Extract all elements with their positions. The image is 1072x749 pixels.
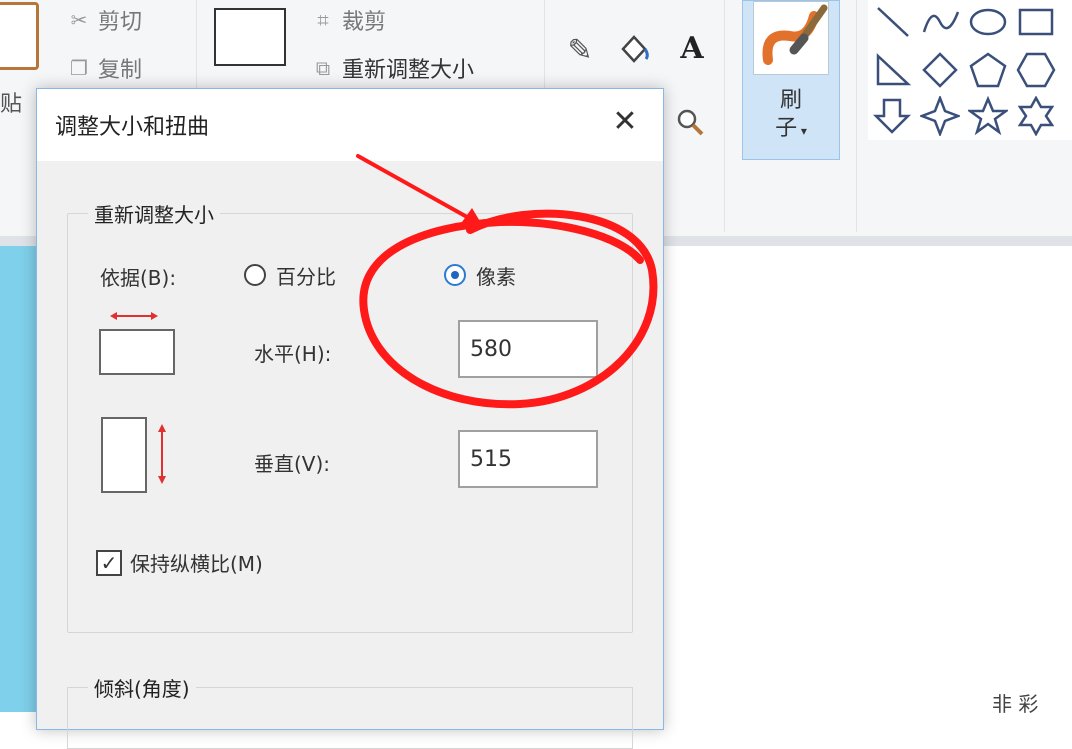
copy-button[interactable]: ❐ 复制 xyxy=(66,52,142,84)
paste-label: 贴 xyxy=(0,92,23,117)
dialog-title: 调整大小和扭曲 xyxy=(55,115,210,140)
copy-label: 复制 xyxy=(98,58,143,83)
resize-group: 重新调整大小 依据(B): 百分比 像素 水平(H): 580 垂直(V): 5… xyxy=(67,199,633,633)
select-icon[interactable] xyxy=(214,8,286,66)
horizontal-label: 水平(H): xyxy=(254,342,332,366)
ribbon-separator xyxy=(724,0,725,232)
paste-icon[interactable] xyxy=(0,2,39,70)
workspace-background xyxy=(0,246,40,712)
crop-label: 裁剪 xyxy=(342,10,387,35)
pencil-icon[interactable]: ✎ xyxy=(560,30,600,70)
curve-shape-icon[interactable] xyxy=(920,2,960,42)
six-point-star-shape-icon[interactable] xyxy=(1016,96,1056,136)
brushes-button[interactable]: 刷 子 ▾ xyxy=(742,0,840,160)
diamond-shape-icon[interactable] xyxy=(920,50,960,90)
line-shape-icon[interactable] xyxy=(872,2,912,42)
canvas[interactable] xyxy=(662,246,1072,712)
resize-icon: ⧉ xyxy=(315,56,331,80)
keep-ratio-label: 保持纵横比(M) xyxy=(130,552,263,576)
crop-icon: ⌗ xyxy=(317,8,329,32)
by-label: 依据(B): xyxy=(100,266,177,290)
cut-button[interactable]: ✂ 剪切 xyxy=(66,4,142,36)
percent-option[interactable]: 百分比 xyxy=(244,262,336,289)
rectangle-shape-icon[interactable] xyxy=(1016,2,1056,42)
percent-label: 百分比 xyxy=(276,264,336,289)
skew-group-legend: 倾斜(角度) xyxy=(88,673,196,702)
scissors-icon: ✂ xyxy=(70,8,88,32)
vertical-input[interactable] xyxy=(458,430,598,488)
resize-label: 重新调整大小 xyxy=(342,58,475,83)
magnifier-icon[interactable] xyxy=(670,102,710,142)
text-tool-icon[interactable]: A xyxy=(670,26,714,70)
ribbon-separator xyxy=(856,0,857,232)
pixels-radio[interactable] xyxy=(444,264,466,286)
keep-ratio-option[interactable]: ✓ 保持纵横比(M) xyxy=(96,548,263,577)
skew-group: 倾斜(角度) xyxy=(67,673,633,749)
brush-icon xyxy=(753,1,829,75)
copy-icon: ❐ xyxy=(70,56,88,80)
fill-bucket-icon[interactable] xyxy=(614,28,654,68)
hexagon-shape-icon[interactable] xyxy=(1016,50,1056,90)
keep-ratio-checkbox[interactable]: ✓ xyxy=(96,549,122,576)
shapes-gallery xyxy=(868,0,1072,140)
oval-shape-icon[interactable] xyxy=(968,2,1008,42)
pixels-label: 像素 xyxy=(476,264,516,289)
percent-radio[interactable] xyxy=(244,264,266,286)
cut-label: 剪切 xyxy=(98,10,143,35)
vertical-resize-icon xyxy=(101,417,166,493)
horizontal-input[interactable] xyxy=(458,320,598,378)
brushes-label: 刷 子 ▾ xyxy=(775,88,807,141)
status-bar-fragment: 非 彩 xyxy=(992,692,1039,716)
horizontal-resize-icon xyxy=(99,312,175,375)
resize-skew-dialog: 调整大小和扭曲 ✕ 重新调整大小 依据(B): 百分比 像素 水平(H): 58… xyxy=(36,88,664,749)
pixels-option[interactable]: 像素 xyxy=(444,262,516,289)
close-button[interactable]: ✕ xyxy=(603,101,647,141)
pentagon-shape-icon[interactable] xyxy=(968,50,1008,90)
crop-button[interactable]: ⌗ 裁剪 xyxy=(310,4,386,36)
four-point-star-shape-icon[interactable] xyxy=(920,96,960,136)
resize-button[interactable]: ⧉ 重新调整大小 xyxy=(310,52,474,84)
triangle-shape-icon[interactable] xyxy=(872,50,912,90)
five-point-star-shape-icon[interactable] xyxy=(968,96,1008,136)
close-icon: ✕ xyxy=(612,103,638,139)
resize-group-legend: 重新调整大小 xyxy=(88,199,220,228)
vertical-label: 垂直(V): xyxy=(254,452,331,476)
arrow-down-shape-icon[interactable] xyxy=(872,96,912,136)
dialog-body: 重新调整大小 依据(B): 百分比 像素 水平(H): 580 垂直(V): 5… xyxy=(37,161,663,749)
